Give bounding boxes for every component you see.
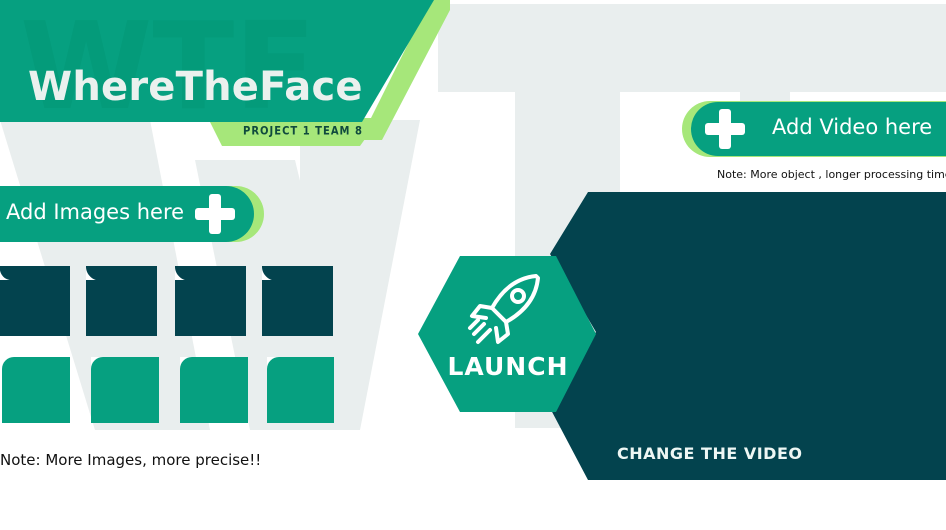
plus-icon	[195, 194, 235, 234]
launch-label: LAUNCH	[447, 352, 569, 381]
app-title: WhereTheFace	[28, 64, 363, 110]
video-panel[interactable]	[548, 192, 946, 480]
project-subtitle: PROJECT 1 TEAM 8	[243, 125, 363, 138]
launch-button[interactable]: LAUNCH	[418, 256, 598, 414]
add-images-button[interactable]: Add Images here	[0, 186, 264, 242]
add-video-button[interactable]: Add Video here	[682, 101, 946, 157]
video-note: Note: More object , longer processing ti…	[717, 168, 946, 181]
change-video-label[interactable]: CHANGE THE VIDEO	[617, 444, 803, 463]
slot-notches	[2, 357, 279, 369]
images-note: Note: More Images, more precise!!	[0, 451, 262, 469]
add-images-label: Add Images here	[6, 200, 185, 224]
slot-notches	[0, 266, 280, 280]
add-video-label: Add Video here	[772, 115, 933, 139]
rocket-icon	[468, 274, 540, 344]
plus-icon	[705, 109, 745, 149]
